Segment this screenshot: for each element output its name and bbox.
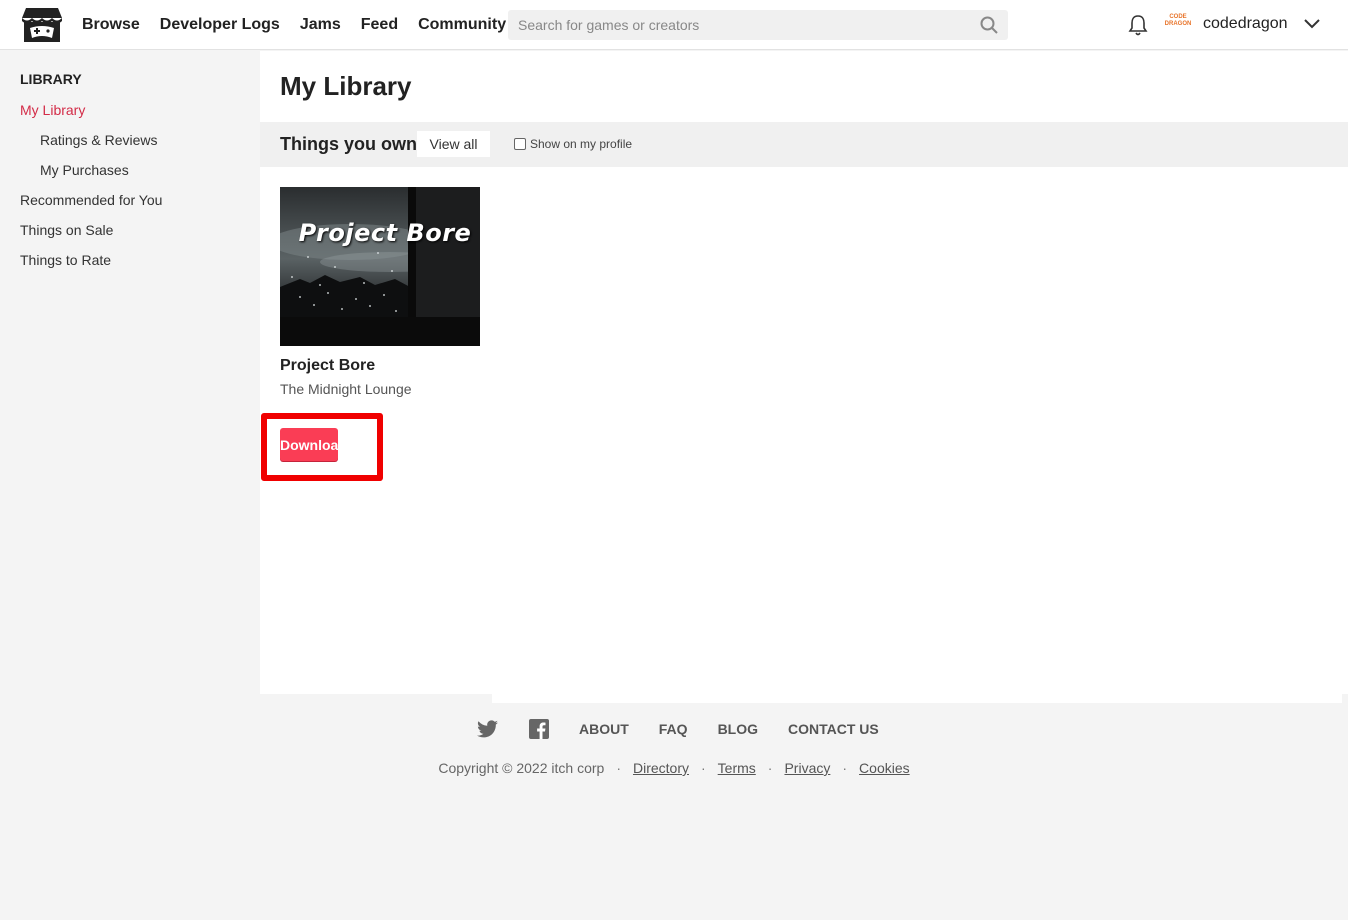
facebook-icon[interactable]: [529, 719, 549, 739]
game-title-link[interactable]: Project Bore: [280, 357, 375, 375]
footer-cookies-link[interactable]: Cookies: [859, 760, 910, 776]
nav-jams[interactable]: Jams: [300, 16, 341, 34]
top-header: Browse Developer Logs Jams Feed Communit…: [0, 0, 1348, 50]
itchio-logo-icon[interactable]: [22, 6, 62, 44]
nav-feed[interactable]: Feed: [361, 16, 398, 34]
footer-terms-link[interactable]: Terms: [718, 760, 756, 776]
nav-developer-logs[interactable]: Developer Logs: [160, 16, 280, 34]
sidebar-item-ratings-reviews[interactable]: Ratings & Reviews: [40, 132, 158, 148]
twitter-icon[interactable]: [477, 720, 499, 738]
sidebar-item-my-purchases[interactable]: My Purchases: [40, 162, 129, 178]
footer-faq-link[interactable]: FAQ: [659, 721, 688, 737]
sidebar: LIBRARY My Library Ratings & Reviews My …: [0, 51, 260, 694]
sidebar-heading: LIBRARY: [20, 71, 82, 87]
sidebar-item-my-library[interactable]: My Library: [20, 102, 85, 118]
things-you-own-bar: Things you own View all Show on my profi…: [260, 122, 1348, 167]
game-thumbnail[interactable]: Project Bore: [280, 187, 480, 346]
page-title: My Library: [280, 71, 412, 101]
main-content: My Library Things you own View all Show …: [260, 51, 1348, 694]
footer-links: ABOUT FAQ BLOG CONTACT US: [477, 717, 909, 741]
show-on-profile-label: Show on my profile: [530, 137, 633, 151]
search-input[interactable]: [508, 10, 968, 40]
footer-about-link[interactable]: ABOUT: [579, 721, 629, 737]
search-bar: [508, 10, 1008, 40]
avatar[interactable]: CODE DRAGON: [1164, 14, 1192, 36]
sidebar-item-things-to-rate[interactable]: Things to Rate: [20, 252, 111, 268]
username[interactable]: codedragon: [1203, 15, 1288, 33]
nav-browse[interactable]: Browse: [82, 16, 140, 34]
footer-contact-link[interactable]: CONTACT US: [788, 721, 879, 737]
view-all-button[interactable]: View all: [417, 131, 490, 157]
sidebar-item-recommended[interactable]: Recommended for You: [20, 192, 162, 208]
copyright-line: Copyright © 2022 itch corp · Directory · Ter…: [438, 760, 910, 776]
nav-community[interactable]: Community: [418, 16, 506, 34]
show-on-profile-toggle[interactable]: Show on my profile: [514, 137, 632, 151]
chevron-down-icon[interactable]: [1303, 17, 1321, 31]
footer-directory-link[interactable]: Directory: [633, 760, 689, 776]
footer-divider: [492, 694, 1342, 703]
search-icon[interactable]: [980, 16, 998, 34]
footer-privacy-link[interactable]: Privacy: [784, 760, 830, 776]
footer-blog-link[interactable]: BLOG: [718, 721, 758, 737]
show-on-profile-checkbox[interactable]: [514, 138, 526, 150]
copyright-text: Copyright © 2022 itch corp: [438, 760, 605, 776]
section-title: Things you own: [280, 134, 417, 154]
download-button[interactable]: Download: [280, 428, 347, 461]
main-nav: Browse Developer Logs Jams Feed Communit…: [82, 0, 526, 50]
game-cover-image: [280, 187, 480, 346]
game-author-link[interactable]: The Midnight Lounge: [280, 381, 412, 397]
notification-bell-icon[interactable]: [1127, 13, 1149, 37]
thumbnail-title: Project Bore: [298, 219, 472, 247]
sidebar-item-things-on-sale[interactable]: Things on Sale: [20, 222, 113, 238]
